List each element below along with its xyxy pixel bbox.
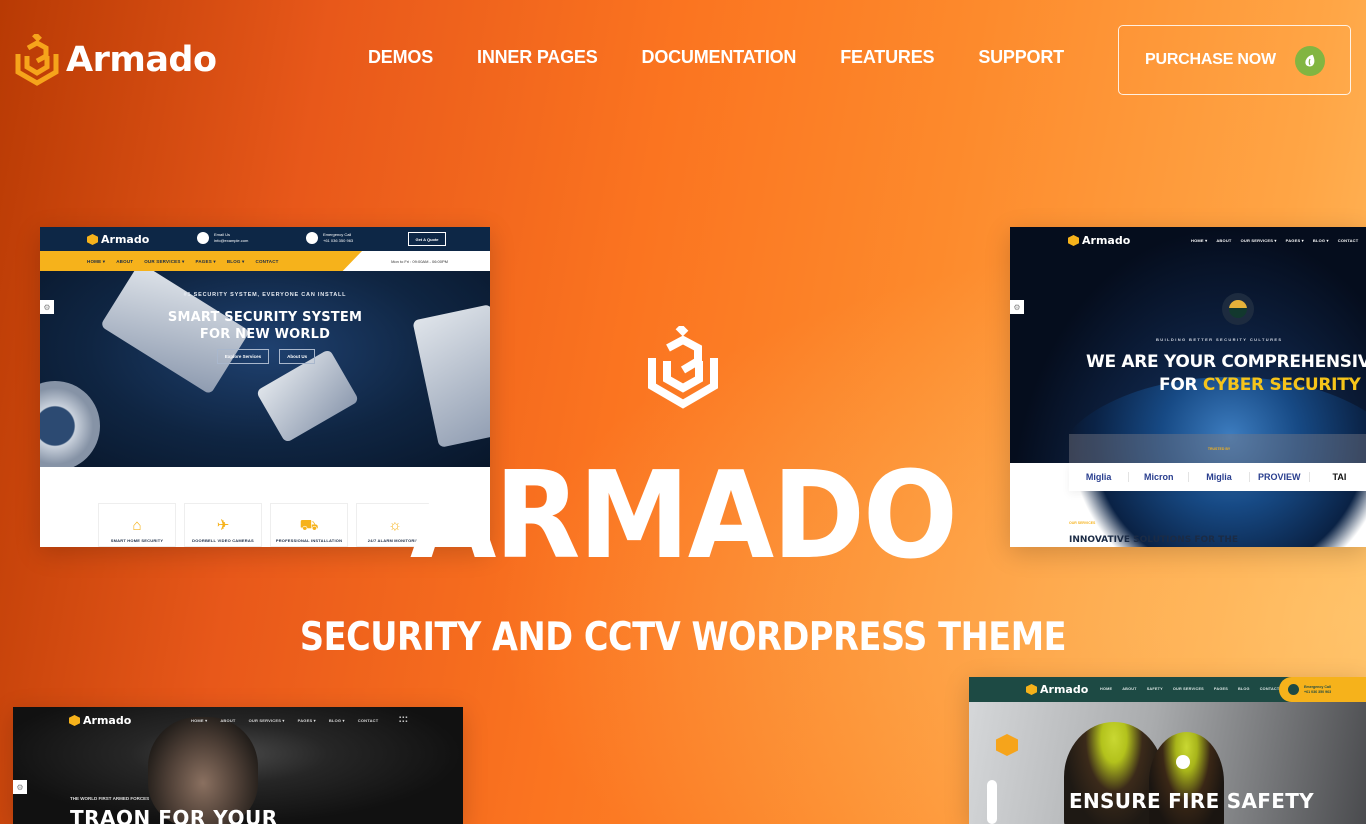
preview-nav-item: ABOUT — [1122, 687, 1137, 691]
preview-title-line: SMART SECURITY SYSTEM — [167, 310, 363, 325]
armado-logo-icon — [648, 326, 718, 409]
nav-features[interactable]: FEATURES — [840, 47, 934, 68]
preview-topbar: Armado Email Us info@example.com Emergenc… — [40, 227, 490, 251]
phone-value: +61 036 350 963 — [1304, 689, 1332, 694]
preview-nav-item: OUR SERVICES ▾ — [1240, 238, 1277, 243]
preview-kicker: BUILDING BETTER SECURITY CULTURES — [1156, 337, 1283, 342]
preview-title: ENSURE FIRE SAFETY — [1069, 789, 1314, 813]
about-us-button: About Us — [279, 349, 316, 364]
purchase-label: PURCHASE NOW — [1145, 51, 1276, 68]
preview-nav-item: HOME ▾ — [191, 718, 208, 723]
preview-title-line: FOR NEW WORLD — [199, 327, 331, 342]
nav-documentation[interactable]: DOCUMENTATION — [642, 47, 797, 68]
site-logo[interactable]: Armado — [14, 34, 217, 86]
social-links — [987, 780, 997, 824]
preview-email: Email Us info@example.com — [197, 232, 248, 244]
preview-logo: Armado — [1068, 234, 1130, 247]
gear-icon: ⚙ — [1010, 300, 1024, 314]
preview-nav-item: PAGES — [1213, 687, 1228, 691]
nav-inner-pages[interactable]: INNER PAGES — [477, 47, 598, 68]
preview-logo: Armado — [87, 233, 149, 246]
preview-logo-icon — [1068, 235, 1079, 246]
preview-nav-item: CONTACT — [1337, 238, 1359, 243]
preview-nav: HOME ▾ ABOUT OUR SERVICES ▾ PAGES ▾ BLOG… — [87, 259, 279, 265]
video-play-icon — [1176, 755, 1190, 769]
preview-logo-icon — [1026, 684, 1037, 695]
preview-call: Emergency Call +61 036 350 963 — [306, 232, 353, 244]
video-play-icon — [1222, 293, 1254, 325]
preview-logo-icon — [87, 234, 98, 245]
preview-kicker: #1 SECURITY SYSTEM, EVERYONE CAN INSTALL — [183, 292, 347, 298]
phone-icon — [1288, 684, 1299, 695]
phone-icon — [306, 232, 318, 244]
preview-hero: Armado HOME ▾ ABOUT OUR SERVICES ▾ PAGES… — [1010, 227, 1366, 547]
title-highlight: CYBER SECURITY — [1202, 375, 1361, 395]
preview-title: TRAON FOR YOUR — [70, 806, 278, 824]
purchase-now-button[interactable]: PURCHASE NOW — [1118, 25, 1351, 95]
preview-nav: HOME ABOUT SAFETY OUR SERVICES PAGES BLO… — [1100, 687, 1286, 691]
preview-nav: HOME ▾ ABOUT OUR SERVICES ▾ PAGES ▾ BLOG… — [191, 718, 378, 723]
brand-logo: TAI — [1332, 472, 1347, 482]
demo-preview-armed-forces[interactable]: Armado HOME ▾ ABOUT OUR SERVICES ▾ PAGES… — [13, 707, 463, 824]
phone-value: +61 036 350 963 — [323, 238, 354, 243]
preview-logo: Armado — [69, 714, 131, 727]
preview-nav-item: PAGES ▾ — [297, 718, 316, 723]
armado-logo-icon — [15, 34, 59, 86]
preview-nav-item: ABOUT — [220, 718, 236, 723]
preview-nav-item: BLOG ▾ — [1312, 238, 1329, 243]
hero-title: ARMADO — [409, 447, 958, 586]
preview-call: Emergency Call +61 036 350 963 — [1279, 677, 1366, 702]
gear-icon: ⚙ — [40, 300, 54, 314]
preview-logo-text: Armado — [101, 233, 150, 246]
nav-demos[interactable]: DEMOS — [368, 47, 433, 68]
preview-nav-bar: HOME ▾ ABOUT OUR SERVICES ▾ PAGES ▾ BLOG… — [40, 251, 362, 271]
preview-nav-item: OUR SERVICES — [1172, 687, 1204, 691]
explore-services-button: Explore Services — [216, 349, 270, 364]
preview-logo: Armado — [1026, 683, 1088, 696]
preview-nav-item: OUR SERVICES ▾ — [144, 259, 185, 264]
preview-nav: HOME ▾ ABOUT OUR SERVICES ▾ PAGES ▾ BLOG… — [1191, 238, 1358, 243]
preview-nav-item: BLOG — [1237, 687, 1250, 691]
preview-hours: Mon to Fri : 09:00AM - 06:00PM — [356, 251, 490, 271]
preview-nav-item: OUR SERVICES ▾ — [248, 718, 285, 723]
preview-nav-item: PAGES ▾ — [1285, 238, 1304, 243]
demo-preview-fire-safety[interactable]: Armado HOME ABOUT SAFETY OUR SERVICES PA… — [969, 677, 1366, 824]
preview-logo-text: Armado — [1082, 234, 1131, 247]
envato-leaf-icon — [1295, 46, 1325, 76]
email-value: info@example.com — [214, 238, 249, 243]
preview-nav-item: SAFETY — [1146, 687, 1163, 691]
hero-subtitle: SECURITY AND CCTV WORDPRESS THEME — [299, 615, 1067, 660]
preview-nav-item: HOME ▾ — [1191, 238, 1208, 243]
preview-nav-item: BLOG ▾ — [328, 718, 345, 723]
mail-icon — [197, 232, 209, 244]
nav-support[interactable]: SUPPORT — [978, 47, 1064, 68]
get-quote-button: Get A Quote — [408, 232, 446, 246]
preview-kicker: THE WORLD FIRST ARMED FORCES — [70, 796, 150, 801]
preview-title-line: WE ARE YOUR COMPREHENSIVE PARTN — [1086, 352, 1366, 372]
preview-title: SMART SECURITY SYSTEM FOR NEW WORLD — [40, 309, 490, 343]
preview-nav-item: HOME — [1100, 687, 1113, 691]
preview-logo-text: Armado — [83, 714, 132, 727]
preview-hero-buttons: Explore Services About Us — [40, 349, 490, 364]
gear-icon: ⚙ — [13, 780, 27, 794]
preview-topbar: Armado HOME ABOUT SAFETY OUR SERVICES PA… — [969, 677, 1366, 702]
preview-title-line: FOR CYBER SECURITY — [1086, 374, 1366, 397]
preview-nav-item: PAGES ▾ — [195, 259, 216, 264]
logo-text: Armado — [66, 40, 217, 80]
site-header: Armado DEMOS INNER PAGES DOCUMENTATION F… — [0, 0, 1366, 120]
main-nav: DEMOS INNER PAGES DOCUMENTATION FEATURES… — [368, 47, 1064, 68]
preview-nav-item: ABOUT — [116, 259, 134, 264]
call-label: Emergency Call — [1304, 684, 1331, 689]
title-prefix: FOR — [1159, 375, 1203, 395]
grid-menu-icon: ▪▪▪ ▪▪▪ — [399, 715, 409, 725]
preview-hero: #1 SECURITY SYSTEM, EVERYONE CAN INSTALL… — [40, 271, 490, 467]
preview-title: WE ARE YOUR COMPREHENSIVE PARTN FOR CYBE… — [1086, 351, 1366, 397]
preview-nav-item: HOME ▾ — [87, 259, 106, 264]
preview-nav-item: BLOG ▾ — [226, 259, 245, 264]
preview-nav-item: ABOUT — [1216, 238, 1232, 243]
preview-logo-icon — [69, 715, 80, 726]
preview-nav-item: CONTACT — [357, 718, 379, 723]
preview-nav-item: CONTACT — [255, 259, 279, 264]
preview-logo-text: Armado — [1040, 683, 1089, 696]
